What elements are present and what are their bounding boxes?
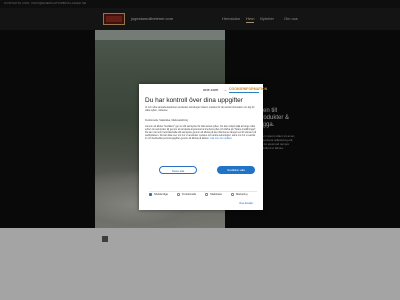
functional-label: Funktionella [182,193,196,196]
intro-paragraph: Vi och våra samarbetspartners använder t… [145,106,255,112]
marketing-checkbox[interactable] [231,193,234,196]
functional-checkbox[interactable] [177,193,180,196]
statistics-label: Statistiska [210,193,222,196]
cookie-consent-dialog: one.com → COOKIEINFORMATION Du har kontr… [139,84,267,210]
brand-arrow-icon: → [223,87,227,92]
statistics-checkbox[interactable] [205,193,208,196]
brand-logo: one.com [203,87,219,92]
details-text: Genom att klicka "Godkänn" ger du ditt s… [145,125,257,140]
details-paragraph: Genom att klicka "Godkänn" ger du ditt s… [145,125,257,140]
purposes-list: Funktionella, Statistiska, Marknadsförin… [145,119,188,122]
show-details-link[interactable]: Visa detaljer [239,202,253,205]
brand-underline [229,92,259,93]
cookieinformation-logo: COOKIEINFORMATION [229,87,268,91]
read-more-link[interactable]: Läs mer om cookies [210,137,231,140]
necessary-checkbox[interactable] [149,193,152,196]
necessary-label: Nödvändiga [154,193,168,196]
accept-all-button[interactable]: Godkänn alla [217,166,255,174]
marketing-label: Marketing [236,193,248,196]
reject-all-button[interactable]: Neka alla [159,166,197,174]
dialog-title: Du har kontroll över dina uppgifter [145,97,243,104]
